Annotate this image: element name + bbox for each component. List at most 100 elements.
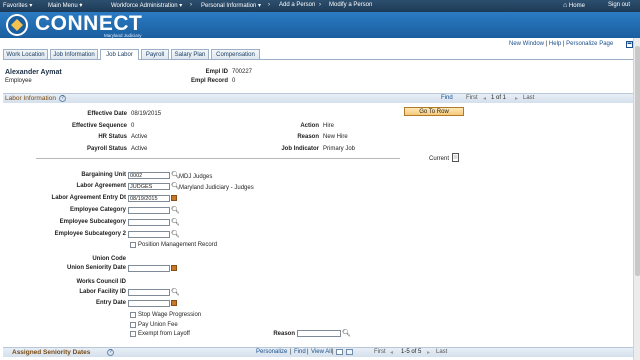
seniority-separator: | bbox=[307, 349, 309, 355]
union-seniority-label: Union Seniority Date bbox=[66, 265, 126, 271]
labor-facility-input[interactable] bbox=[128, 289, 170, 296]
labor-agreement-entry-calendar-icon[interactable] bbox=[171, 195, 177, 201]
page-settings-icon[interactable] bbox=[626, 41, 633, 48]
entry-date-calendar-icon[interactable] bbox=[171, 300, 177, 306]
seniority-dates-title: Assigned Seniority Dates bbox=[12, 349, 91, 356]
tab-work-location[interactable]: Work Location bbox=[3, 49, 48, 59]
nav-add-a-person[interactable]: Add a Person bbox=[279, 2, 315, 8]
nav-workforce-label: Workforce Administration bbox=[111, 3, 178, 9]
union-seniority-input[interactable] bbox=[128, 265, 170, 272]
action-value: Hire bbox=[323, 123, 335, 129]
top-navigation-bar: Favorites ▾ Main Menu ▾ › Workforce Admi… bbox=[0, 0, 640, 12]
employee-subcategory2-label: Employee Subcategory 2 bbox=[54, 231, 126, 237]
union-code-label: Union Code bbox=[92, 256, 126, 262]
reason-value: New Hire bbox=[323, 134, 348, 140]
position-management-checkbox[interactable] bbox=[130, 242, 136, 248]
vertical-scrollbar[interactable] bbox=[633, 38, 640, 360]
seniority-last[interactable]: Last bbox=[436, 349, 447, 355]
seniority-personalize-link[interactable]: Personalize bbox=[256, 349, 287, 355]
labor-information-header: Labor Information ? Find First ◂ 1 of 1 … bbox=[3, 93, 633, 103]
pay-union-fee-checkbox[interactable] bbox=[130, 322, 136, 328]
bargaining-unit-description: MDJ Judges bbox=[179, 174, 213, 180]
stop-wage-checkbox[interactable] bbox=[130, 312, 136, 318]
seniority-grid-view-icon[interactable] bbox=[336, 349, 343, 355]
connect-logo-icon bbox=[6, 14, 28, 36]
hr-status-label: HR Status bbox=[98, 134, 127, 140]
brand-title: CONNECT bbox=[35, 12, 143, 35]
union-seniority-calendar-icon[interactable] bbox=[171, 265, 177, 271]
works-council-label: Works Council ID bbox=[76, 279, 126, 285]
tab-salary-plan[interactable]: Salary Plan bbox=[171, 49, 209, 59]
employee-subcategory2-lookup-icon[interactable]: 🔍︎ bbox=[171, 230, 180, 238]
nav-separator-icon: › bbox=[268, 2, 270, 8]
empl-id-value: 700227 bbox=[232, 69, 253, 75]
employee-subcategory2-input[interactable] bbox=[128, 231, 170, 238]
position-management-label: Position Management Record bbox=[138, 242, 218, 248]
employee-category-input[interactable] bbox=[128, 207, 170, 214]
nav-personal-information[interactable]: Personal Information ▾ bbox=[201, 2, 261, 9]
nav-main-menu[interactable]: Main Menu ▾ bbox=[48, 2, 82, 9]
home-icon: ⌂ bbox=[563, 2, 568, 9]
employee-subcategory-input[interactable] bbox=[128, 219, 170, 226]
nav-separator-icon: › bbox=[319, 2, 321, 8]
seniority-download-icon[interactable] bbox=[346, 349, 353, 355]
layoff-reason-lookup-icon[interactable]: 🔍︎ bbox=[342, 329, 351, 337]
seniority-prev-icon[interactable]: ◂ bbox=[390, 349, 393, 356]
labor-first[interactable]: First bbox=[466, 95, 478, 101]
action-label: Action bbox=[300, 123, 319, 129]
labor-find-link[interactable]: Find bbox=[441, 95, 453, 101]
labor-prev-icon[interactable]: ◂ bbox=[483, 95, 486, 102]
current-label: Current bbox=[429, 156, 450, 162]
reason-label: Reason bbox=[297, 134, 319, 140]
nav-separator-icon: › bbox=[190, 2, 192, 8]
hr-status-value: Active bbox=[131, 134, 148, 140]
home-link[interactable]: ⌂ Home bbox=[563, 2, 585, 9]
tab-job-information[interactable]: Job Information bbox=[50, 49, 98, 59]
nav-favorites[interactable]: Favorites ▾ bbox=[3, 2, 32, 9]
home-label: Home bbox=[568, 3, 585, 9]
employee-name: Alexander Aymat bbox=[5, 69, 62, 76]
current-record-icon bbox=[452, 153, 459, 162]
seniority-separator: | bbox=[290, 349, 292, 355]
labor-facility-lookup-icon[interactable]: 🔍︎ bbox=[171, 288, 180, 296]
seniority-next-icon[interactable]: ▸ bbox=[427, 349, 430, 356]
labor-last[interactable]: Last bbox=[523, 95, 534, 101]
bargaining-unit-label: Bargaining Unit bbox=[81, 172, 126, 178]
exempt-layoff-label: Exempt from Layoff bbox=[138, 331, 190, 337]
labor-facility-label: Labor Facility ID bbox=[79, 289, 126, 295]
payroll-status-label: Payroll Status bbox=[86, 146, 127, 152]
go-to-row-button[interactable]: Go To Row bbox=[404, 107, 464, 116]
seniority-find-link[interactable]: Find bbox=[294, 349, 306, 355]
bargaining-unit-input[interactable]: 0002 bbox=[128, 172, 170, 179]
employee-category-label: Employee Category bbox=[69, 207, 126, 213]
layoff-reason-input[interactable] bbox=[297, 330, 341, 337]
help-icon[interactable]: ? bbox=[59, 95, 66, 102]
nav-modify-a-person[interactable]: Modify a Person bbox=[329, 2, 372, 8]
new-window-link[interactable]: New Window bbox=[509, 41, 544, 47]
employee-category-lookup-icon[interactable]: 🔍︎ bbox=[171, 206, 180, 214]
personalize-page-link[interactable]: Personalize Page bbox=[566, 41, 613, 47]
seniority-separator: | bbox=[332, 349, 334, 355]
tab-payroll[interactable]: Payroll bbox=[141, 49, 169, 59]
labor-agreement-input[interactable]: JUDGES bbox=[128, 183, 170, 190]
entry-date-label: Entry Date bbox=[95, 300, 126, 306]
labor-next-icon[interactable]: ▸ bbox=[515, 95, 518, 102]
labor-agreement-entry-input[interactable]: 08/19/2015 bbox=[128, 195, 170, 202]
employee-type: Employee bbox=[5, 78, 32, 84]
sign-out-link[interactable]: Sign out bbox=[608, 2, 630, 8]
tab-compensation[interactable]: Compensation bbox=[211, 49, 260, 59]
scrollbar-thumb[interactable] bbox=[635, 46, 640, 276]
exempt-layoff-checkbox[interactable] bbox=[130, 331, 136, 337]
seniority-help-icon[interactable]: ? bbox=[107, 349, 114, 356]
effective-date-label: Effective Date bbox=[87, 111, 127, 117]
seniority-view-all-link[interactable]: View All bbox=[311, 349, 332, 355]
labor-agreement-description: Maryland Judiciary - Judges bbox=[179, 185, 254, 191]
seniority-first[interactable]: First bbox=[374, 349, 386, 355]
tab-job-labor[interactable]: Job Labor bbox=[100, 49, 139, 60]
help-link[interactable]: Help bbox=[549, 41, 561, 47]
labor-agreement-entry-label: Labor Agreement Entry Dt bbox=[51, 195, 126, 201]
entry-date-input[interactable] bbox=[128, 300, 170, 307]
nav-workforce-administration[interactable]: Workforce Administration ▾ bbox=[111, 2, 182, 9]
layoff-reason-label: Reason bbox=[273, 331, 295, 337]
employee-subcategory-lookup-icon[interactable]: 🔍︎ bbox=[171, 218, 180, 226]
